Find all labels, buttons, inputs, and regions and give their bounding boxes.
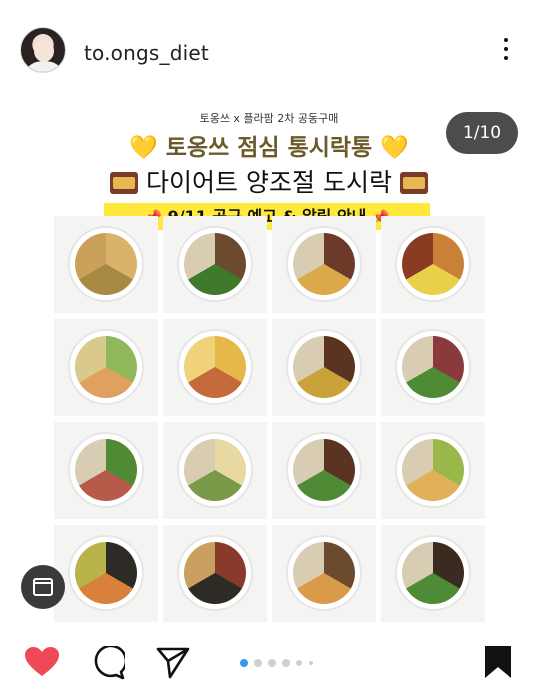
lunch-container: [68, 535, 144, 611]
food-portion: [75, 233, 137, 295]
lunch-container: [286, 226, 362, 302]
calendar-button[interactable]: [21, 565, 65, 609]
username-link[interactable]: to.ongs_diet: [84, 41, 209, 65]
food-photo-tile: [163, 216, 267, 313]
food-photo-tile: [54, 422, 158, 519]
lunch-container: [177, 535, 253, 611]
food-portion: [402, 233, 464, 295]
food-portion: [184, 439, 246, 501]
food-portion: [75, 439, 137, 501]
food-photo-tile: [163, 319, 267, 416]
food-photo-tile: [272, 525, 376, 622]
lunch-container: [68, 226, 144, 302]
title-line2-text: 다이어트 양조절 도시락: [146, 168, 392, 197]
food-portion: [293, 439, 355, 501]
food-portion: [402, 439, 464, 501]
food-portion: [293, 233, 355, 295]
food-photo-tile: [163, 422, 267, 519]
carousel-dot-active: [240, 659, 248, 667]
food-photo-tile: [381, 319, 485, 416]
lunch-container: [395, 329, 471, 405]
carousel-dots: [240, 659, 320, 669]
food-photo-tile: [163, 525, 267, 622]
food-photo-tile: [272, 319, 376, 416]
heart-filled-icon[interactable]: [24, 646, 60, 678]
profile-avatar[interactable]: [20, 27, 66, 73]
lunch-container: [395, 535, 471, 611]
send-icon[interactable]: [156, 645, 190, 679]
bento-box-icon: [399, 172, 428, 194]
title-line1-text: 토옹쓰 점심 통시락통: [165, 135, 373, 161]
lunch-container: [286, 535, 362, 611]
food-photo-tile: [272, 422, 376, 519]
lunch-container: [395, 432, 471, 508]
post-title-line2: 다이어트 양조절 도시락: [0, 163, 538, 199]
more-vertical-icon[interactable]: [496, 36, 516, 64]
food-portion: [184, 233, 246, 295]
food-portion: [184, 542, 246, 604]
food-portion: [75, 336, 137, 398]
carousel-dot: [282, 659, 290, 667]
food-portion: [293, 336, 355, 398]
carousel-dot: [254, 659, 262, 667]
food-photo-tile: [54, 525, 158, 622]
food-photo-grid: [54, 216, 486, 622]
food-portion: [75, 542, 137, 604]
carousel-dot: [268, 659, 276, 667]
yellow-heart-icon: 💛: [380, 135, 409, 161]
yellow-heart-icon: 💛: [129, 135, 158, 161]
avatar-body: [27, 61, 61, 72]
comment-icon[interactable]: [91, 646, 125, 680]
carousel-dot: [296, 660, 302, 666]
food-photo-tile: [381, 525, 485, 622]
action-bar: [0, 622, 538, 694]
food-portion: [402, 542, 464, 604]
food-photo-tile: [54, 216, 158, 313]
food-portion: [402, 336, 464, 398]
lunch-container: [68, 329, 144, 405]
bookmark-icon[interactable]: [484, 645, 512, 679]
lunch-container: [177, 329, 253, 405]
food-portion: [293, 542, 355, 604]
food-photo-tile: [272, 216, 376, 313]
food-photo-tile: [54, 319, 158, 416]
bento-box-icon: [110, 172, 139, 194]
post-image[interactable]: 토옹쓰 x 플라팜 2차 공동구매 💛 토옹쓰 점심 통시락통 💛 다이어트 양…: [0, 92, 538, 622]
food-portion: [184, 336, 246, 398]
calendar-icon: [33, 578, 53, 596]
lunch-container: [177, 226, 253, 302]
lunch-container: [286, 432, 362, 508]
food-photo-tile: [381, 422, 485, 519]
post-header: to.ongs_diet: [0, 0, 538, 92]
lunch-container: [68, 432, 144, 508]
lunch-container: [286, 329, 362, 405]
lunch-container: [177, 432, 253, 508]
food-photo-tile: [381, 216, 485, 313]
lunch-container: [395, 226, 471, 302]
carousel-dot: [309, 661, 313, 665]
avatar-face: [34, 40, 54, 62]
carousel-counter: 1/10: [446, 112, 518, 154]
